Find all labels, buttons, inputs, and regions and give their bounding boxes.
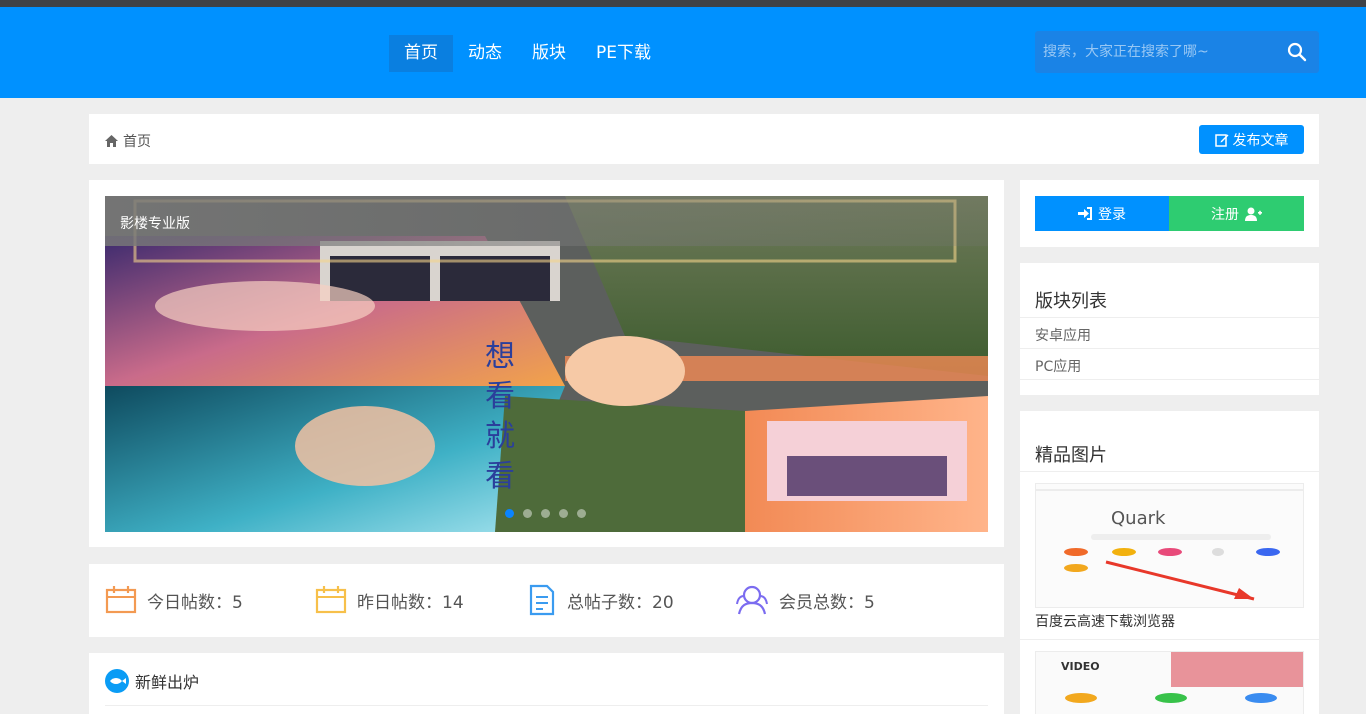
document-icon [529,584,555,616]
slider-dot[interactable] [541,509,550,518]
divider [105,705,988,706]
edit-icon [1214,133,1228,147]
stat-label: 总帖子数： [567,592,652,613]
slide-caption-bar: 影楼专业版 [105,196,988,246]
board-item-pc[interactable]: PC应用 [1020,348,1319,379]
post-article-button[interactable]: 发布文章 [1199,125,1304,154]
slide-artwork: 想 看 就 看 [105,196,988,532]
fresh-posts-title: 新鲜出炉 [135,673,200,692]
slide-image[interactable]: 想 看 就 看 影楼专业版 [105,196,988,532]
featured-images-panel: 精品图片 Quark 百度云高速下载浏览器 VIDEO [1020,411,1319,714]
calendar-icon [315,586,347,614]
slider-dot[interactable] [559,509,568,518]
featured-images-title: 精品图片 [1035,445,1107,466]
add-user-icon [1245,207,1262,221]
gallery-thumb[interactable]: Quark [1035,483,1304,608]
sign-in-icon [1078,207,1092,220]
svg-text:VIDEO: VIDEO [1061,660,1100,673]
fresh-posts-header: 新鲜出炉 [105,669,199,693]
stat-value: 20 [652,592,674,613]
gallery-caption[interactable]: 百度云高速下载浏览器 [1035,611,1175,631]
board-list-panel: 版块列表 安卓应用 PC应用 [1020,263,1319,395]
stat-total-posts: 总帖子数：20 [525,584,674,616]
nav-item-boards[interactable]: 版块 [517,35,581,72]
fish-icon [105,669,129,693]
site-header: 首页 动态 版块 PE下载 [0,7,1366,98]
svg-text:看: 看 [485,459,515,494]
login-label: 登录 [1098,206,1126,223]
stat-label: 昨日帖数： [357,592,442,613]
breadcrumb: 首页 [105,131,151,151]
image-slider: 想 看 就 看 影楼专业版 [89,180,1004,547]
post-article-label: 发布文章 [1232,131,1289,148]
breadcrumb-home-link[interactable]: 首页 [123,131,151,151]
stat-yesterday-posts: 昨日帖数：14 [315,584,464,616]
slider-dot[interactable] [577,509,586,518]
nav-item-home[interactable]: 首页 [389,35,453,72]
nav-item-activity[interactable]: 动态 [453,35,517,72]
stat-value: 5 [864,592,875,613]
fresh-posts-panel: 新鲜出炉 [89,653,1004,714]
calendar-icon [105,586,137,614]
search-box [1035,31,1319,73]
slide-caption: 影楼专业版 [120,216,190,232]
board-item-android[interactable]: 安卓应用 [1020,317,1319,348]
stat-value: 5 [232,592,243,613]
main-nav: 首页 动态 版块 PE下载 [389,35,666,72]
stat-label: 今日帖数： [147,592,232,613]
stat-label: 会员总数： [779,592,864,613]
stat-value: 14 [442,592,464,613]
stats-panel: 今日帖数：5 昨日帖数：14 总帖子数：20 会员总数：5 [89,564,1004,637]
svg-text:看: 看 [485,379,515,414]
home-icon [105,135,118,147]
slider-dot[interactable] [505,509,514,518]
browser-screenshot-image: Quark [1036,484,1303,607]
stat-today-posts: 今日帖数：5 [105,584,243,616]
search-input[interactable] [1035,31,1275,73]
register-button[interactable]: 注册 [1169,196,1304,231]
members-icon [736,585,768,615]
auth-panel: 登录 注册 [1020,180,1319,247]
slider-dot[interactable] [523,509,532,518]
top-strip [0,0,1366,7]
nav-item-pe-download[interactable]: PE下载 [581,35,666,72]
app-screenshot-image: VIDEO [1036,652,1303,714]
register-label: 注册 [1211,206,1239,223]
divider [1020,379,1319,395]
breadcrumb-bar: 首页 发布文章 [89,114,1319,164]
svg-text:就: 就 [485,419,515,454]
svg-text:想: 想 [485,339,515,374]
divider [1020,639,1319,640]
stat-total-members: 会员总数：5 [735,584,875,616]
search-icon[interactable] [1287,42,1307,62]
divider [1020,471,1319,472]
svg-text:Quark: Quark [1111,508,1166,529]
slider-dots [505,509,586,518]
board-list-title: 版块列表 [1035,291,1107,312]
gallery-thumb[interactable]: VIDEO [1035,651,1304,714]
login-button[interactable]: 登录 [1035,196,1169,231]
